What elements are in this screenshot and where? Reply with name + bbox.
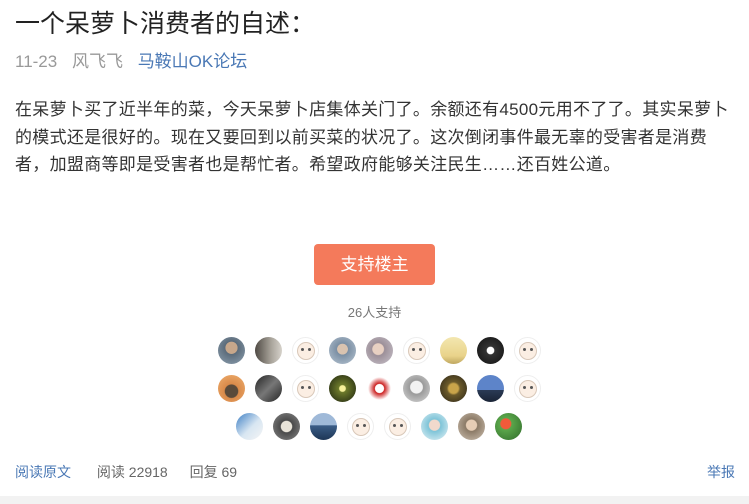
post-author: 风飞飞 — [71, 52, 123, 71]
post-date: 11-23 — [15, 52, 58, 71]
avatar[interactable] — [458, 413, 485, 440]
avatar[interactable] — [273, 413, 300, 440]
avatar[interactable] — [365, 337, 393, 364]
avatar[interactable] — [254, 337, 282, 364]
avatar[interactable] — [402, 337, 430, 364]
avatar[interactable] — [513, 375, 541, 402]
reply-count: 回复 69 — [189, 464, 238, 480]
avatar[interactable] — [439, 375, 467, 402]
avatar[interactable] — [495, 413, 522, 440]
avatar[interactable] — [291, 337, 319, 364]
avatar[interactable] — [476, 375, 504, 402]
post-footer: 阅读原文 阅读 22918 回复 69 举报 — [15, 462, 735, 482]
avatar[interactable] — [513, 337, 541, 364]
avatar-row — [217, 337, 541, 364]
avatar[interactable] — [236, 413, 263, 440]
post-source-link[interactable]: 马鞍山OK论坛 — [138, 52, 248, 71]
post-body: 在呆萝卜买了近半年的菜，今天呆萝卜店集体关门了。余额还有4500元用不了了。其实… — [15, 100, 729, 174]
avatar[interactable] — [384, 413, 411, 440]
avatar[interactable] — [421, 413, 448, 440]
supporter-avatars — [217, 337, 541, 451]
avatar-row — [219, 413, 539, 440]
avatar[interactable] — [217, 337, 245, 364]
read-count: 阅读 22918 — [96, 464, 168, 480]
avatar[interactable] — [217, 375, 245, 402]
post-meta: 11-23 风飞飞 马鞍山OK论坛 — [15, 48, 257, 76]
avatar[interactable] — [439, 337, 467, 364]
avatar[interactable] — [328, 375, 356, 402]
report-link[interactable]: 举报 — [707, 462, 735, 482]
read-original-link[interactable]: 阅读原文 — [15, 464, 71, 480]
avatar-row — [217, 375, 541, 402]
avatar[interactable] — [328, 337, 356, 364]
support-count: 26人支持 — [347, 305, 402, 320]
avatar[interactable] — [365, 375, 393, 402]
avatar[interactable] — [310, 413, 337, 440]
avatar[interactable] — [254, 375, 282, 402]
post-title: 一个呆萝卜消费者的自述： — [15, 10, 316, 38]
avatar[interactable] — [476, 337, 504, 364]
support-author-button[interactable]: 支持楼主 — [314, 244, 435, 285]
bottom-divider — [0, 496, 749, 504]
avatar[interactable] — [347, 413, 374, 440]
avatar[interactable] — [291, 375, 319, 402]
avatar[interactable] — [402, 375, 430, 402]
